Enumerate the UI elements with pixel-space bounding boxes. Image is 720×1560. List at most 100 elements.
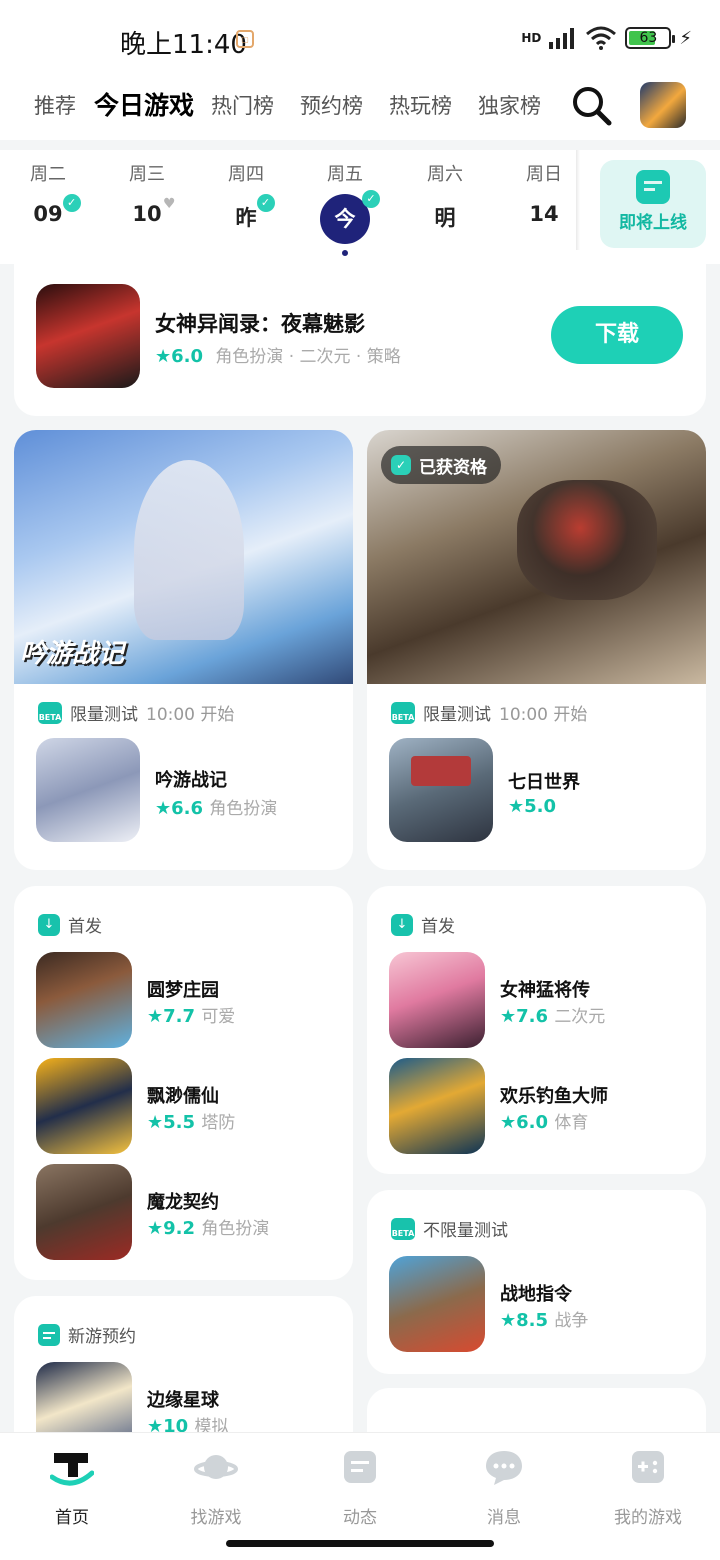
test-card-left[interactable]: 吟游战记 BETA 限量测试 10:00 开始 吟游战记 ★6.6 角色扮演 <box>14 430 353 870</box>
game-rating: ★5.5 塔防 <box>147 1108 235 1133</box>
tab-exclusive[interactable]: 独家榜 <box>478 90 541 120</box>
rating-value: ★6.6 <box>155 798 204 819</box>
day-number: 明 <box>434 206 456 230</box>
nav-home[interactable]: 首页 <box>12 1447 132 1528</box>
nav-messages[interactable]: 消息 <box>444 1447 564 1528</box>
game-title: 欢乐钓鱼大师 <box>500 1086 608 1107</box>
game-tag: 角色扮演 <box>209 799 278 819</box>
day-label: 周日 <box>526 164 562 185</box>
game-rating: ★7.7 可爱 <box>147 1002 235 1027</box>
tab-recommend[interactable]: 推荐 <box>34 90 76 120</box>
heart-icon: ♥ <box>163 196 176 212</box>
day-label: 周四 <box>228 164 264 185</box>
day-number: 10 <box>132 202 162 226</box>
nav-my-games[interactable]: 我的游戏 <box>588 1447 708 1528</box>
game-rating: ★6.0 体育 <box>500 1108 588 1133</box>
home-icon <box>49 1453 95 1486</box>
check-icon: ✓ <box>62 194 81 212</box>
tab-hot-play[interactable]: 热玩榜 <box>389 90 452 120</box>
day-number: 14 <box>529 202 559 226</box>
coming-soon-label: 即将上线 <box>619 213 687 233</box>
game-icon <box>36 1164 132 1260</box>
check-icon: ✓ <box>362 190 380 208</box>
section-title: 不限量测试 <box>423 1221 508 1241</box>
beta-icon: BETA <box>391 701 415 724</box>
game-tag: 二次元 <box>554 1007 606 1027</box>
game-tag: 角色扮演 <box>201 1219 270 1239</box>
feed-icon <box>344 1451 376 1483</box>
week-calendar: 周二 09 ✓ 周三 10 ♥ 周四 昨 ✓ 周五 今 ✓ 周六 明 周日 14 即将上… <box>0 150 720 264</box>
game-icon <box>389 1256 485 1352</box>
nav-label: 首页 <box>55 1508 89 1528</box>
rating-value: ★8.5 <box>500 1310 549 1331</box>
day-wed[interactable]: 周三 10 ♥ <box>112 160 182 226</box>
rating-value: ★9.2 <box>147 1218 196 1239</box>
nav-label: 找游戏 <box>190 1508 242 1528</box>
status-indicators: HD 63 ⚡ <box>521 26 692 50</box>
download-button[interactable]: 下载 <box>551 306 683 364</box>
section-title: 新游预约 <box>68 1327 136 1347</box>
game-rating: ★8.5 战争 <box>500 1306 588 1331</box>
game-title: 女神异闻录：夜幕魅影 <box>155 312 365 336</box>
game-title: 七日世界 <box>508 772 580 793</box>
home-indicator[interactable] <box>226 1540 494 1547</box>
day-number: 今 <box>334 207 356 231</box>
calendar-icon <box>38 1323 60 1346</box>
today-dot <box>342 250 348 256</box>
app-notification-icon: ▢ <box>236 30 254 48</box>
qualified-badge: ✓ 已获资格 <box>381 446 501 484</box>
nav-feed[interactable]: 动态 <box>300 1447 420 1528</box>
section-header: BETA 不限量测试 <box>391 1216 508 1241</box>
beta-label: 限量测试 <box>70 705 138 725</box>
day-number: 昨 <box>235 206 257 230</box>
search-icon[interactable] <box>570 84 612 126</box>
game-tag: 战争 <box>554 1311 589 1331</box>
day-sun[interactable]: 周日 14 <box>509 160 579 226</box>
day-thu[interactable]: 周四 昨 ✓ <box>211 160 281 232</box>
game-banner: 吟游战记 <box>14 430 353 684</box>
tab-reserve[interactable]: 预约榜 <box>300 90 363 120</box>
unlimited-test-card[interactable]: BETA 不限量测试 战地指令 ★8.5 战争 <box>367 1190 706 1374</box>
top-nav: 推荐 今日游戏 热门榜 预约榜 热玩榜 独家榜 <box>0 80 720 140</box>
rating-value: ★6.0 <box>155 346 204 367</box>
start-time: 10:00 开始 <box>146 705 235 725</box>
avatar[interactable] <box>640 82 686 128</box>
day-number: 09 <box>33 202 63 226</box>
tab-hot[interactable]: 热门榜 <box>211 90 274 120</box>
day-tue[interactable]: 周二 09 ✓ <box>13 160 83 226</box>
calendar-icon <box>636 170 670 204</box>
check-icon: ✓ <box>391 455 411 475</box>
game-icon <box>36 952 132 1048</box>
divider <box>576 150 580 250</box>
nav-label: 我的游戏 <box>614 1508 682 1528</box>
section-header: 新游预约 <box>38 1322 136 1347</box>
section-title: 首发 <box>68 917 102 937</box>
game-banner: ✓ 已获资格 <box>367 430 706 684</box>
rating-value: ★5.0 <box>508 796 557 817</box>
game-tag: 可爱 <box>201 1007 236 1027</box>
first-release-card-left: ↓ 首发 圆梦庄园 ★7.7 可爱 飘渺儒仙 ★5.5 塔防 魔龙契约 ★9.2… <box>14 886 353 1280</box>
section-header: ↓ 首发 <box>391 912 455 937</box>
test-card-right[interactable]: ✓ 已获资格 BETA 限量测试 10:00 开始 七日世界 ★5.0 <box>367 430 706 870</box>
battery-icon: 63 <box>625 27 676 49</box>
battery-level: 63 <box>639 30 658 46</box>
game-icon <box>36 1058 132 1154</box>
beta-row: BETA 限量测试 10:00 开始 <box>391 700 587 725</box>
network-label: HD <box>521 31 542 45</box>
day-sat[interactable]: 周六 明 <box>410 160 480 232</box>
first-release-card-right: ↓ 首发 女神猛将传 ★7.6 二次元 欢乐钓鱼大师 ★6.0 体育 <box>367 886 706 1174</box>
game-rating: ★5.0 <box>508 796 556 817</box>
coming-soon-button[interactable]: 即将上线 <box>600 160 706 248</box>
gamepad-icon <box>632 1451 664 1483</box>
day-label: 周三 <box>129 164 165 185</box>
nav-find-games[interactable]: 找游戏 <box>156 1447 276 1528</box>
featured-game-card[interactable]: 女神异闻录：夜幕魅影 ★6.0 角色扮演 · 二次元 · 策略 下载 <box>14 264 706 416</box>
day-fri-today[interactable]: 周五 今 ✓ <box>310 160 380 256</box>
wifi-icon <box>586 26 617 50</box>
tab-today-games[interactable]: 今日游戏 <box>92 86 197 124</box>
beta-row: BETA 限量测试 10:00 开始 <box>38 700 234 725</box>
beta-icon: BETA <box>38 701 62 724</box>
game-title: 女神猛将传 <box>500 980 590 1001</box>
banner-logo-text: 吟游战记 <box>20 639 125 669</box>
game-icon <box>36 284 140 388</box>
